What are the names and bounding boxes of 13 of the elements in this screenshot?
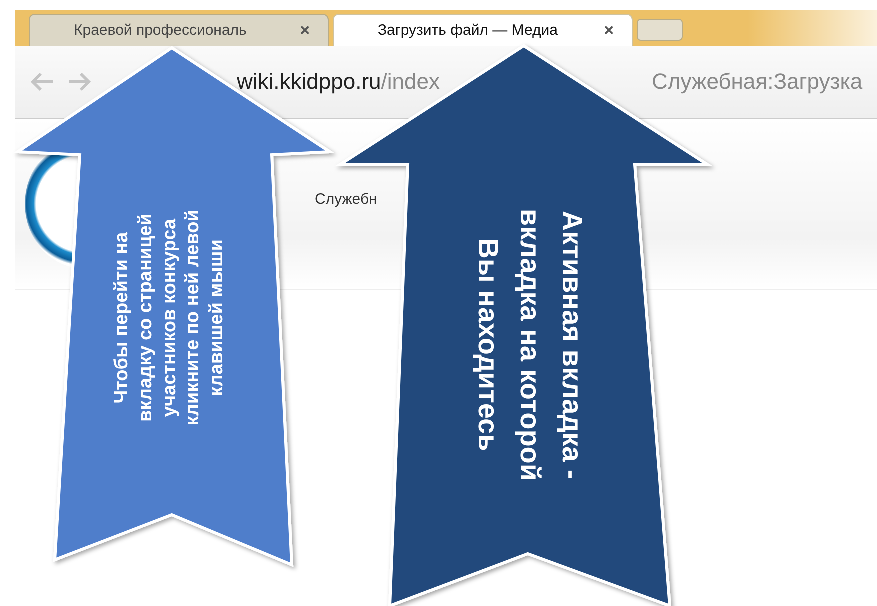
- browser-tab[interactable]: Краевой профессиональ ×: [29, 14, 329, 46]
- close-icon[interactable]: ×: [300, 20, 310, 40]
- forward-icon[interactable]: [67, 72, 93, 92]
- close-icon[interactable]: ×: [604, 20, 614, 40]
- url-host: wiki.kkidppo.ru: [237, 69, 382, 94]
- back-icon[interactable]: [29, 72, 55, 92]
- callout-text: Чтобы перейти на вкладку со страницей участников конкурса кликните по ней левой клавишей мыши: [110, 209, 229, 428]
- url-page: Служебная:Загрузка: [652, 69, 863, 95]
- new-tab-button[interactable]: [637, 19, 683, 41]
- breadcrumb: Служебн: [315, 190, 378, 208]
- url-path: /index: [381, 69, 440, 94]
- callout-text: Активная вкладка - вкладка на которой Вы находитесь: [472, 208, 589, 484]
- browser-tab[interactable]: Загрузить файл — Медиа ×: [333, 14, 633, 46]
